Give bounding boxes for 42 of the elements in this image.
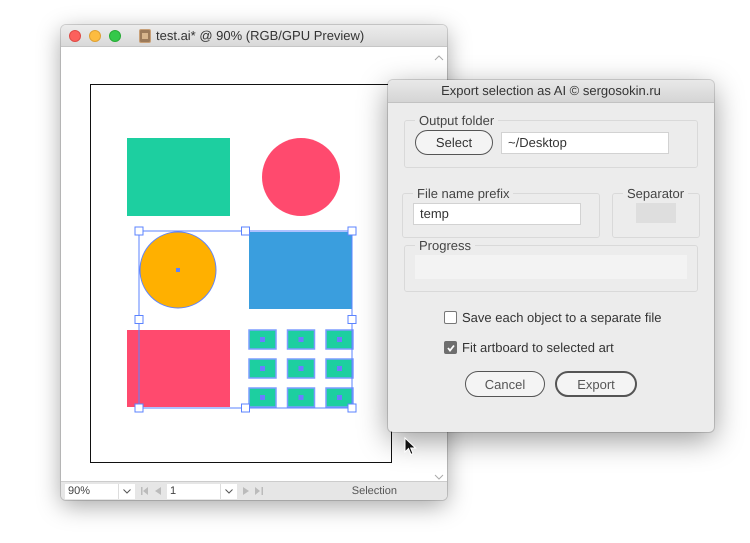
caret-icon (225, 488, 233, 494)
zoom-dropdown[interactable]: 90% (65, 484, 135, 498)
selection-bounding-box[interactable] (134, 226, 356, 412)
prefix-field[interactable]: temp (413, 203, 581, 225)
zoom-button[interactable] (109, 30, 121, 42)
minimize-button[interactable] (89, 30, 101, 42)
group-label: Separator (626, 186, 686, 201)
folder-field[interactable]: ~/Desktop (501, 132, 669, 154)
small-rectangle-shape (286, 329, 316, 350)
checkbox-label: Save each object to a separate file (462, 310, 662, 325)
small-rectangle-shape (286, 358, 316, 379)
mouse-pointer-icon (404, 437, 417, 456)
select-button[interactable]: Select (415, 130, 493, 155)
page-dropdown[interactable]: 1 (167, 484, 237, 498)
checkbox[interactable] (444, 311, 457, 324)
first-page-icon[interactable] (141, 487, 149, 495)
caret-icon (123, 488, 131, 494)
small-rectangle-shape (248, 329, 277, 350)
center-point (176, 268, 180, 272)
group-label: Progress (418, 238, 472, 253)
window-title: test.ai* @ 90% (RGB/GPU Preview) (156, 28, 364, 43)
small-rectangle-shape (325, 329, 354, 350)
small-rectangle-shape (286, 387, 316, 408)
small-rectangle-shape (248, 387, 277, 408)
small-rectangle-shape (325, 358, 354, 379)
dialog-button[interactable]: Cancel (465, 371, 545, 397)
checkbox[interactable] (444, 341, 457, 354)
small-rectangle-shape (248, 358, 277, 379)
scroll-down-icon[interactable] (434, 474, 444, 480)
document-icon (139, 28, 151, 42)
group-label: File name prefix (416, 186, 510, 201)
dialog-button[interactable]: Export (555, 371, 637, 397)
scroll-up-icon[interactable] (434, 55, 444, 60)
last-page-icon[interactable] (255, 487, 263, 495)
close-button[interactable] (69, 30, 81, 42)
dialog-title: Export selection as AI © sergosokin.ru (388, 80, 714, 103)
group-label: Output folder (418, 113, 496, 128)
current-tool-label: Selection (352, 485, 397, 497)
previous-page-icon[interactable] (155, 487, 161, 495)
next-page-icon[interactable] (243, 487, 249, 495)
small-rectangle-shape (325, 387, 354, 408)
checkbox-label: Fit artboard to selected art (462, 340, 614, 355)
